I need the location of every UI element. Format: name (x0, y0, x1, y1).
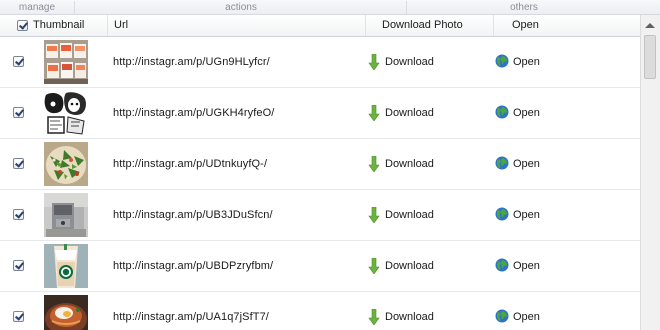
open-label: Open (513, 209, 540, 221)
header-open-label: Open (512, 19, 539, 31)
open-label: Open (513, 56, 540, 68)
ribbon-group-label: actions (225, 2, 257, 13)
download-label: Download (385, 209, 434, 221)
row-checkbox[interactable] (13, 260, 24, 271)
globe-icon (495, 258, 509, 272)
table-row: http://instagr.am/p/UGKH4ryfeO/ Download… (0, 88, 640, 139)
row-checkbox[interactable] (13, 107, 24, 118)
table-row: http://instagr.am/p/UA1q7jSfT7/ Download… (0, 292, 640, 330)
header-download-label: Download Photo (382, 19, 463, 31)
photo-thumbnail (44, 40, 88, 84)
select-all-checkbox[interactable] (17, 20, 28, 31)
ribbon-group-bar: manage actions others (0, 0, 660, 15)
download-arrow-icon (368, 258, 380, 274)
header-thumbnail[interactable]: Thumbnail (0, 15, 108, 36)
photo-thumbnail (44, 193, 88, 237)
photo-thumbnail (44, 295, 88, 330)
ribbon-group-actions: actions (74, 1, 407, 14)
ribbon-group-label: others (510, 2, 538, 13)
table-row: http://instagr.am/p/UB3JDuSfcn/ Download… (0, 190, 640, 241)
globe-icon (495, 156, 509, 170)
row-url: http://instagr.am/p/UGKH4ryfeO/ (113, 107, 275, 119)
table-header: Thumbnail Url Download Photo Open (0, 15, 640, 37)
download-arrow-icon (368, 105, 380, 121)
row-url: http://instagr.am/p/UDtnkuyfQ-/ (113, 158, 268, 170)
row-url: http://instagr.am/p/UB3JDuSfcn/ (113, 209, 273, 221)
download-arrow-icon (368, 54, 380, 70)
scrollbar-thumb[interactable] (644, 35, 656, 79)
globe-icon (495, 105, 509, 119)
header-url[interactable]: Url (108, 15, 366, 36)
header-open[interactable]: Open (494, 15, 640, 36)
download-arrow-icon (368, 207, 380, 223)
table-row: http://instagr.am/p/UGn9HLyfcr/ Download… (0, 37, 640, 88)
vertical-scrollbar[interactable] (640, 15, 660, 330)
header-thumbnail-label: Thumbnail (33, 19, 85, 31)
row-checkbox[interactable] (13, 209, 24, 220)
download-label: Download (385, 158, 434, 170)
globe-icon (495, 54, 509, 68)
row-url: http://instagr.am/p/UGn9HLyfcr/ (113, 56, 270, 68)
ribbon-group-label: manage (18, 2, 56, 13)
table-row: http://instagr.am/p/UDtnkuyfQ-/ Download… (0, 139, 640, 190)
download-arrow-icon (368, 309, 380, 325)
photo-thumbnail (44, 244, 88, 288)
globe-icon (495, 309, 509, 323)
ribbon-group-others: others (406, 1, 641, 14)
download-label: Download (385, 56, 434, 68)
ribbon-group-manage: manage (0, 1, 74, 14)
scroll-up-arrow-icon[interactable] (645, 23, 655, 28)
row-checkbox[interactable] (13, 56, 24, 67)
download-label: Download (385, 311, 434, 323)
row-checkbox[interactable] (13, 311, 24, 322)
photo-table: http://instagr.am/p/UGn9HLyfcr/ Download… (0, 37, 640, 330)
download-arrow-icon (368, 156, 380, 172)
open-label: Open (513, 107, 540, 119)
header-download-photo[interactable]: Download Photo (366, 15, 494, 36)
row-url: http://instagr.am/p/UA1q7jSfT7/ (113, 311, 269, 323)
photo-thumbnail (44, 142, 88, 186)
globe-icon (495, 207, 509, 221)
photo-thumbnail (44, 91, 88, 135)
row-url: http://instagr.am/p/UBDPzryfbm/ (113, 260, 274, 272)
download-label: Download (385, 260, 434, 272)
open-label: Open (513, 311, 540, 323)
open-label: Open (513, 260, 540, 272)
download-label: Download (385, 107, 434, 119)
header-url-label: Url (114, 19, 129, 31)
row-checkbox[interactable] (13, 158, 24, 169)
open-label: Open (513, 158, 540, 170)
table-row: http://instagr.am/p/UBDPzryfbm/ Download… (0, 241, 640, 292)
